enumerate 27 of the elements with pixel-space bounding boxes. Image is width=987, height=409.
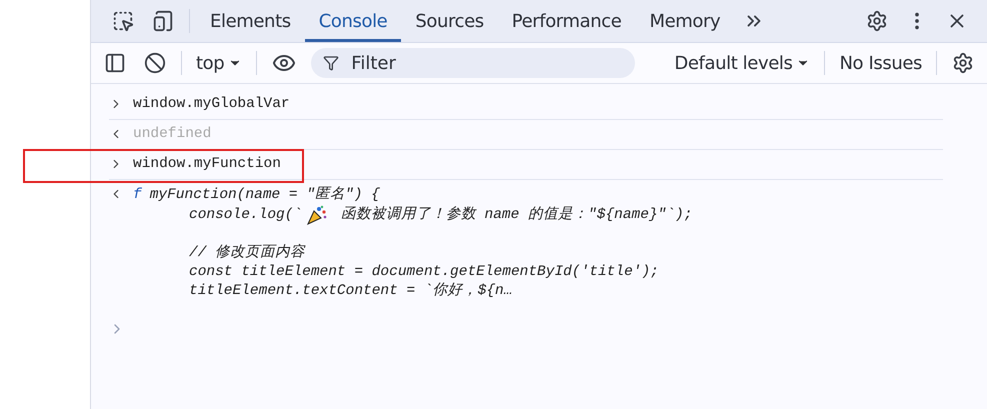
panel-tab[interactable]: Memory bbox=[635, 0, 734, 42]
party-popper-icon bbox=[306, 205, 328, 225]
device-toggle-icon[interactable] bbox=[152, 10, 174, 32]
panel-tab[interactable]: Sources bbox=[401, 0, 498, 42]
panel-tab[interactable]: Elements bbox=[196, 0, 305, 42]
code-text: 函数被调用了！参数 name 的值是："${name}"`); bbox=[340, 206, 692, 224]
issues-label: No Issues bbox=[838, 52, 923, 74]
code-line: myFunction(name = "匿名") { bbox=[150, 186, 380, 205]
panel-tab[interactable]: Performance bbox=[498, 0, 636, 42]
inspect-icon[interactable] bbox=[112, 10, 134, 32]
code-line: const titleElement = document.getElementById('title'); bbox=[189, 263, 659, 282]
output-text: undefined bbox=[133, 126, 212, 142]
context-dropdown[interactable]: top bbox=[188, 52, 250, 74]
code-text: console.log(` bbox=[189, 206, 302, 224]
filter-input[interactable]: Filter bbox=[349, 52, 594, 74]
input-text: window.myFunction bbox=[133, 156, 281, 172]
code-line: // 修改页面内容 bbox=[189, 244, 306, 263]
filter-icon bbox=[323, 55, 340, 71]
sidebar-toggle-icon[interactable] bbox=[104, 52, 126, 74]
filter-field[interactable]: Filter bbox=[311, 48, 636, 78]
code-line: titleElement.textContent = `你好，${n… bbox=[189, 282, 512, 301]
function-marker: f bbox=[133, 186, 142, 205]
input-text: window.myGlobalVar bbox=[133, 96, 290, 112]
levels-dropdown[interactable]: Default levels bbox=[666, 52, 818, 74]
settings-icon[interactable] bbox=[866, 10, 888, 32]
settings-icon[interactable] bbox=[952, 52, 974, 74]
clear-console-icon[interactable] bbox=[144, 52, 166, 74]
